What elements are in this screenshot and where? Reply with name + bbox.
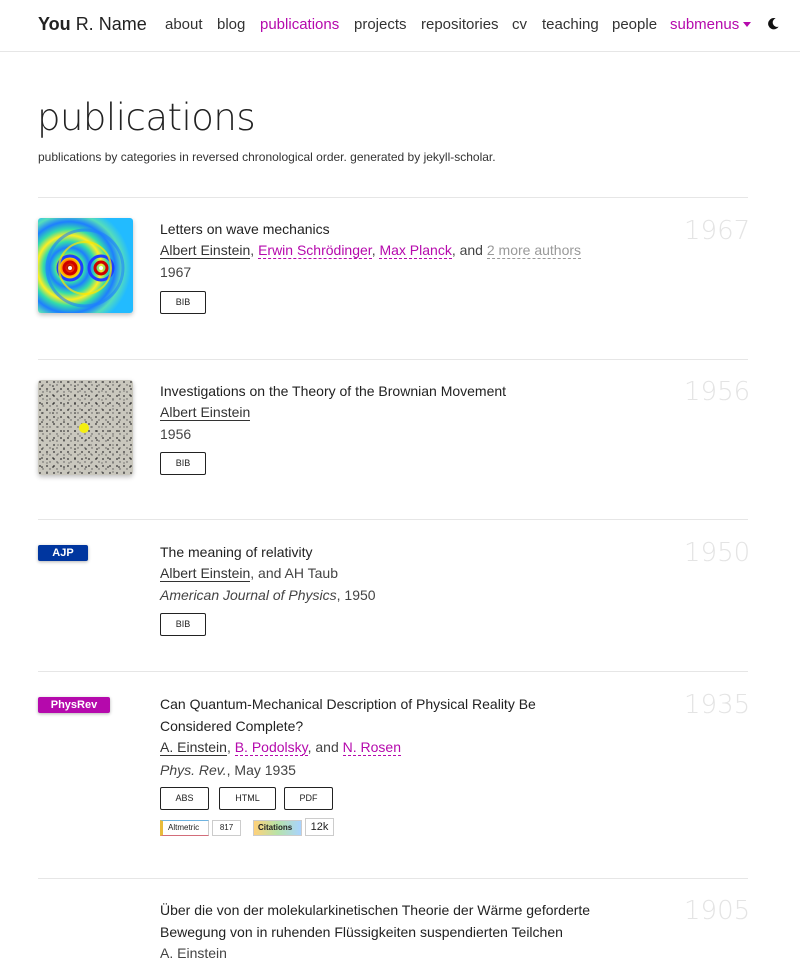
publication-title[interactable]: Investigations on the Theory of the Brow… <box>160 380 590 402</box>
moon-icon[interactable] <box>766 17 780 31</box>
publication-authors: A. Einstein <box>160 945 227 961</box>
nav-people[interactable]: people <box>612 16 657 33</box>
abs-button[interactable]: ABS <box>160 787 209 810</box>
bib-button[interactable]: BIB <box>160 452 206 475</box>
author-coauthor[interactable]: N. Rosen <box>342 739 401 756</box>
author-coauthor[interactable]: Max Planck <box>379 242 452 259</box>
nav-cv[interactable]: cv <box>512 16 527 33</box>
navbar: You R. Name about blog publications proj… <box>0 0 800 52</box>
publication-venue: American Journal of Physics, 1950 <box>160 587 376 603</box>
author-coauthor[interactable]: B. Podolsky <box>234 739 308 756</box>
publication-year: 1950 <box>684 538 751 568</box>
divider <box>38 197 748 198</box>
author-self[interactable]: Albert Einstein <box>160 565 251 582</box>
caret-down-icon <box>743 21 752 27</box>
author-self[interactable]: A. Einstein <box>160 945 227 961</box>
page-title: publications <box>37 96 256 139</box>
nav-blog[interactable]: blog <box>217 16 245 33</box>
author-self[interactable]: A. Einstein <box>160 739 227 756</box>
publication-authors: Albert Einstein, Erwin Schrödinger, Max … <box>160 242 582 259</box>
divider <box>38 519 748 520</box>
divider <box>38 359 748 360</box>
altmetric-count[interactable]: 817 <box>212 820 241 836</box>
nav-repositories[interactable]: repositories <box>421 16 499 33</box>
publication-authors: Albert Einstein, and AH Taub <box>160 565 338 582</box>
citations-badge[interactable]: Citations <box>253 820 302 836</box>
author-coauthor: AH Taub <box>284 565 338 581</box>
publication-year: 1935 <box>684 690 751 720</box>
nav-projects[interactable]: projects <box>354 16 407 33</box>
nav-publications[interactable]: publications <box>260 16 339 33</box>
publication-title[interactable]: The meaning of relativity <box>160 541 590 563</box>
nav-about[interactable]: about <box>165 16 203 33</box>
divider <box>38 878 748 879</box>
citations-count[interactable]: 12k <box>305 818 334 836</box>
nav-submenus[interactable]: submenus <box>670 16 752 33</box>
brownian-thumbnail-image[interactable] <box>38 380 133 475</box>
pdf-button[interactable]: PDF <box>284 787 333 810</box>
publication-venue: 1956 <box>160 426 192 442</box>
altmetric-badge[interactable]: Altmetric <box>160 820 209 836</box>
author-self[interactable]: Albert Einstein <box>160 404 251 421</box>
nav-teaching[interactable]: teaching <box>542 16 599 33</box>
publication-title[interactable]: Letters on wave mechanics <box>160 218 590 240</box>
bib-button[interactable]: BIB <box>160 291 206 314</box>
site-brand[interactable]: You R. Name <box>38 14 147 35</box>
publication-year: 1967 <box>684 216 751 246</box>
html-button[interactable]: HTML <box>219 787 276 810</box>
divider <box>38 671 748 672</box>
page-description: publications by categories in reversed c… <box>38 150 496 164</box>
publication-year: 1956 <box>684 377 751 407</box>
bib-button[interactable]: BIB <box>160 613 206 636</box>
publication-title[interactable]: Can Quantum-Mechanical Description of Ph… <box>160 693 590 737</box>
venue-abbr-badge[interactable]: AJP <box>38 545 88 561</box>
publication-authors: A. Einstein, B. Podolsky, and N. Rosen <box>160 739 401 756</box>
publication-authors: Albert Einstein <box>160 404 251 421</box>
publication-venue: 1967 <box>160 264 192 280</box>
author-coauthor[interactable]: Erwin Schrödinger <box>258 242 372 259</box>
publication-year: 1905 <box>684 896 751 926</box>
more-authors-toggle[interactable]: 2 more authors <box>486 242 582 259</box>
venue-abbr-badge[interactable]: PhysRev <box>38 697 110 713</box>
author-self[interactable]: Albert Einstein <box>160 242 251 259</box>
publication-title[interactable]: Über die von der molekularkinetischen Th… <box>160 899 630 943</box>
wave-thumbnail-image[interactable] <box>38 218 133 313</box>
publication-venue: Phys. Rev., May 1935 <box>160 762 296 778</box>
